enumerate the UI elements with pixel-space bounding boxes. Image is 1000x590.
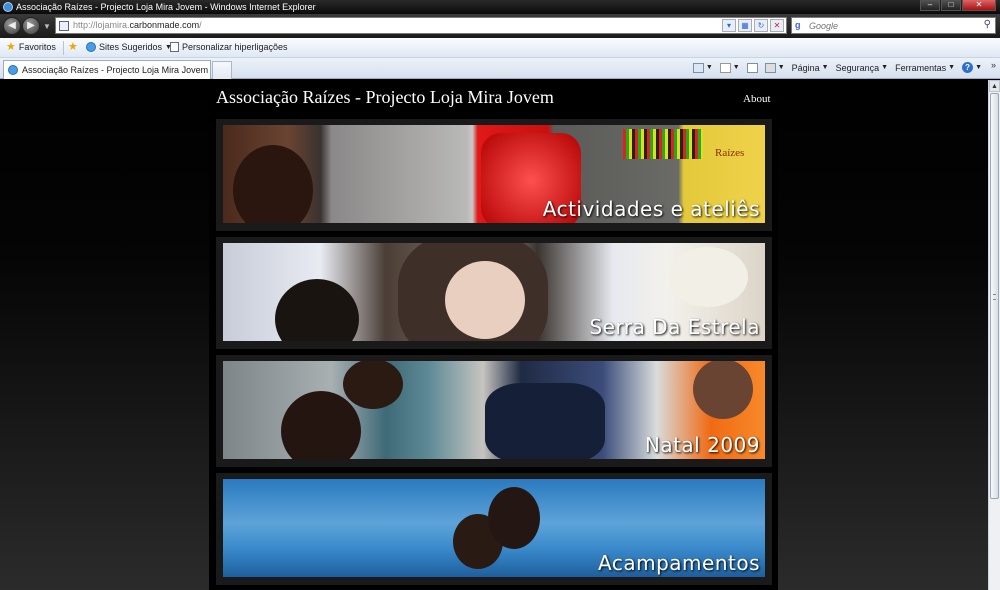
read-mail-button[interactable] [746,62,758,73]
mail-icon [746,62,758,73]
address-dropdown-icon[interactable]: ▾ [722,19,736,32]
maximize-button[interactable]: □ [941,0,961,11]
ie-page-icon [86,42,96,52]
print-button[interactable]: ▼ [764,62,785,73]
page-menu[interactable]: Página ▼ [792,63,829,73]
toolbar-overflow-icon[interactable]: » [991,60,996,70]
compatibility-view-icon[interactable]: ▦ [738,19,752,32]
safety-menu-label: Segurança [835,62,880,73]
stop-icon[interactable]: ✕ [770,19,784,32]
chevron-down-icon: ▼ [705,64,713,71]
banner-activities[interactable]: Raízes Actividades e ateliês [216,119,772,231]
chevron-down-icon: ▼ [948,64,956,71]
favorites-bar: ★ Favoritos ★ Sites Sugeridos ▼ Personal… [0,38,1000,58]
banner-caption: Natal 2009 [644,433,760,457]
banner-photo: Serra Da Estrela [223,243,765,341]
google-search-provider-icon[interactable]: g [795,20,806,31]
banner-natal-2009[interactable]: Natal 2009 [216,355,772,467]
url-suffix: / [199,20,202,30]
logo-text: Raízes [715,147,745,159]
refresh-icon[interactable]: ↻ [754,19,768,32]
photo-head-shape [343,361,403,409]
rss-icon [719,62,731,73]
logo-stripes [623,129,703,159]
safety-menu[interactable]: Segurança ▼ [836,63,888,73]
search-magnifier-icon[interactable]: ⚲ [984,19,991,30]
help-menu[interactable]: ? ▼ [962,62,982,73]
help-icon: ? [962,62,974,73]
suggested-sites-button[interactable]: Sites Sugeridos ▼ [86,42,172,52]
photo-hat-shape [668,247,748,307]
url-text[interactable]: http://lojamira.carbonmade.com/ [73,20,202,30]
home-icon [692,62,704,73]
photo-head-shape [275,279,359,341]
address-tools: ▾ ▦ ↻ ✕ [722,19,784,32]
vertical-scrollbar[interactable]: ▲ [988,80,1000,590]
command-bar: ▼ ▼ ▼ Página ▼ Segurança ▼ Ferramentas ▼ ? ▼ [692,62,982,73]
url-prefix: http://lojamira. [73,20,130,30]
page-icon [170,42,179,52]
favorites-separator [63,41,64,55]
tab-bar: Associação Raízes - Projecto Loja Mira J… [0,58,1000,79]
banner-caption: Serra Da Estrela [589,315,760,339]
new-tab-button[interactable] [212,61,232,79]
chevron-down-icon: ▼ [975,64,982,71]
window-title-bar: Associação Raízes - Projecto Loja Mira J… [0,0,1000,14]
close-window-button[interactable]: ✕ [962,0,996,11]
add-favorite-button[interactable]: ★ [68,41,78,53]
photo-bag-shape [485,383,605,459]
chevron-down-icon: ▼ [777,64,785,71]
star-icon: ★ [6,41,16,53]
photo-face-shape [233,145,313,223]
tab-active[interactable]: Associação Raízes - Projecto Loja Mira J… [3,60,211,79]
banner-serra-da-estrela[interactable]: Serra Da Estrela [216,237,772,349]
page-viewport: Associação Raízes - Projecto Loja Mira J… [0,80,988,590]
banner-photo: Raízes Actividades e ateliês [223,125,765,223]
tools-menu-label: Ferramentas [895,62,947,73]
page-menu-label: Página [791,62,820,73]
page-icon [59,21,69,31]
minimize-button[interactable]: – [920,0,940,11]
url-domain: carbonmade.com [129,20,200,30]
recent-pages-dropdown[interactable]: ▼ [43,22,51,31]
photo-head-shape [281,391,361,459]
photo-head-shape [693,361,753,419]
scroll-thumb[interactable] [990,93,999,499]
ie-page-icon [8,65,18,75]
photo-face-shape [445,261,525,339]
banner-acampamentos[interactable]: Acampamentos [216,473,772,585]
search-box[interactable]: g ⚲ [791,17,996,34]
address-bar[interactable]: http://lojamira.carbonmade.com/ ▾ ▦ ↻ ✕ [55,17,787,34]
favorites-label: Favoritos [18,42,56,52]
site-title[interactable]: Associação Raízes - Projecto Loja Mira J… [216,87,554,108]
customize-links-label: Personalizar hiperligações [182,42,288,52]
ie-logo-icon [3,2,13,12]
banner-caption: Acampamentos [598,551,760,575]
scroll-up-button[interactable]: ▲ [989,80,1000,92]
back-button[interactable]: ◀ [3,17,21,35]
suggested-sites-label: Sites Sugeridos [99,42,163,52]
photo-head-shape [488,487,540,549]
banner-photo: Acampamentos [223,479,765,577]
favorites-button[interactable]: ★ Favoritos [6,41,56,53]
tools-menu[interactable]: Ferramentas ▼ [895,63,955,73]
customize-links-button[interactable]: Personalizar hiperligações [170,42,288,52]
banner-caption: Actividades e ateliês [542,197,760,221]
add-to-favorites-icon: ★ [68,41,78,53]
window-title: Associação Raízes - Projecto Loja Mira J… [16,2,316,12]
banner-photo: Natal 2009 [223,361,765,459]
printer-icon [764,62,776,73]
navigation-bar: ◀ ▶ ▼ http://lojamira.carbonmade.com/ ▾ … [0,14,1000,38]
about-link[interactable]: About [743,93,771,105]
home-button[interactable]: ▼ [692,62,713,73]
search-input[interactable] [809,19,974,32]
window-controls: – □ ✕ [920,0,996,12]
grip-icon [993,294,996,300]
chevron-down-icon: ▼ [732,64,740,71]
forward-button[interactable]: ▶ [22,17,40,35]
feeds-button[interactable]: ▼ [719,62,740,73]
tab-label: Associação Raízes - Projecto Loja Mira J… [22,65,209,75]
chevron-down-icon: ▼ [821,64,829,71]
chevron-down-icon: ▼ [881,64,889,71]
